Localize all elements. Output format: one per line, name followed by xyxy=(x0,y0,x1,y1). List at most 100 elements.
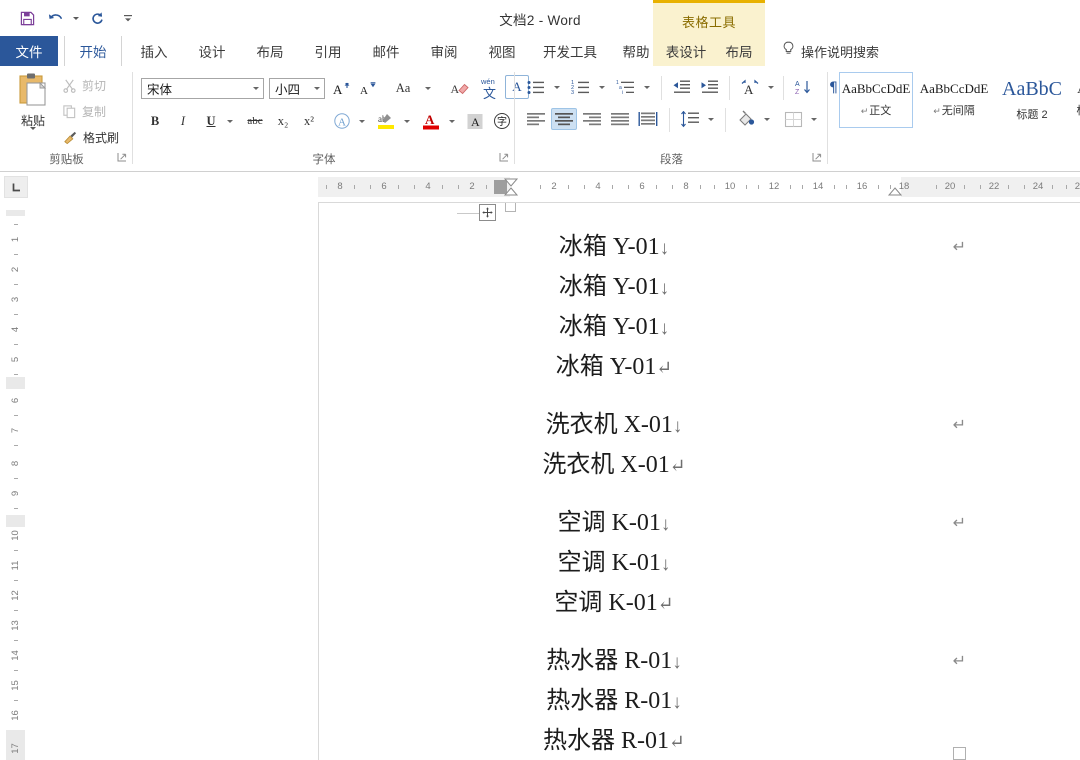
table-move-handle[interactable] xyxy=(479,204,496,221)
strikethrough-button[interactable]: abc xyxy=(241,110,269,132)
superscript-button[interactable]: x² xyxy=(297,110,321,132)
shading-button[interactable] xyxy=(733,108,759,130)
tab-table-layout[interactable]: 布局 xyxy=(716,36,762,66)
italic-button[interactable]: I xyxy=(171,110,195,132)
doc-line[interactable]: 热水器 R-01↵ xyxy=(319,721,1080,760)
shrink-font-button[interactable]: A xyxy=(355,78,379,99)
text-highlight-button[interactable]: ab xyxy=(373,110,399,132)
text-highlight-dropdown-icon[interactable] xyxy=(400,110,414,132)
line-spacing-button[interactable] xyxy=(677,108,703,130)
tab-insert[interactable]: 插入 xyxy=(128,36,180,66)
save-icon[interactable] xyxy=(14,5,40,31)
align-center-button[interactable] xyxy=(551,108,577,130)
clear-formatting-button[interactable]: A xyxy=(447,78,473,99)
document-page[interactable]: 冰箱 Y-01↓ ↵ 冰箱 Y-01↓ 冰箱 Y-01↓ 冰箱 Y-01↵ 洗衣… xyxy=(318,202,1080,760)
grow-font-button[interactable]: A xyxy=(329,78,353,99)
tab-help[interactable]: 帮助 xyxy=(610,36,662,66)
style-card-normal[interactable]: AaBbCcDdE ↵正文 xyxy=(839,72,913,128)
text-effects-dropdown-icon[interactable] xyxy=(355,110,369,132)
line-spacing-dropdown-icon[interactable] xyxy=(704,108,718,130)
tab-view[interactable]: 视图 xyxy=(476,36,528,66)
tab-file[interactable]: 文件 xyxy=(0,36,58,66)
shading-dropdown-icon[interactable] xyxy=(760,108,774,130)
asian-layout-dropdown-icon[interactable] xyxy=(764,76,778,98)
undo-dropdown-icon[interactable] xyxy=(70,5,82,31)
doc-line[interactable]: 冰箱 Y-01↓ xyxy=(319,267,1080,307)
paste-dropdown-icon[interactable] xyxy=(30,127,36,148)
increase-indent-button[interactable] xyxy=(697,76,723,98)
character-shading-button[interactable]: A xyxy=(463,110,487,132)
tab-references[interactable]: 引用 xyxy=(302,36,354,66)
bullets-button[interactable] xyxy=(523,76,549,98)
redo-icon[interactable] xyxy=(84,5,110,31)
copy-button[interactable]: 复制 xyxy=(62,100,106,122)
doc-line[interactable]: 冰箱 Y-01↓ xyxy=(319,307,1080,347)
italic-label: I xyxy=(180,113,186,128)
underline-dropdown-icon[interactable] xyxy=(223,110,237,132)
numbering-button[interactable]: 1 2 3 xyxy=(568,76,594,98)
font-color-dropdown-icon[interactable] xyxy=(445,110,459,132)
distribute-button[interactable] xyxy=(635,108,661,130)
doc-line[interactable]: 空调 K-01↵ xyxy=(319,583,1080,623)
cut-button[interactable]: 剪切 xyxy=(62,74,106,96)
tab-home[interactable]: 开始 xyxy=(64,36,122,67)
style-card-heading2[interactable]: AaBbC 标题 2 xyxy=(995,72,1069,128)
horizontal-ruler[interactable]: 8 6 4 2 2 4 6 8 10 12 14 16 18 20 22 24 … xyxy=(318,177,1080,197)
tab-developer[interactable]: 开发工具 xyxy=(534,36,606,66)
font-size-combo[interactable]: 小四 xyxy=(269,78,325,99)
undo-icon[interactable] xyxy=(42,5,68,31)
doc-line[interactable]: 空调 K-01↓ xyxy=(319,543,1080,583)
doc-line[interactable]: 洗衣机 X-01↓ ↵ xyxy=(319,405,1080,445)
doc-line[interactable]: 热水器 R-01↓ cell ↵ xyxy=(319,641,1080,681)
tab-layout[interactable]: 布局 xyxy=(244,36,296,66)
bold-button[interactable]: B xyxy=(143,110,167,132)
borders-button[interactable] xyxy=(780,108,806,130)
tab-review[interactable]: 审阅 xyxy=(418,36,470,66)
document-canvas[interactable]: 冰箱 Y-01↓ ↵ 冰箱 Y-01↓ 冰箱 Y-01↓ 冰箱 Y-01↵ 洗衣… xyxy=(28,198,1080,760)
clipboard-dialog-launcher[interactable] xyxy=(117,149,127,167)
font-dialog-launcher[interactable] xyxy=(499,149,509,167)
asian-layout-button[interactable]: A xyxy=(737,76,763,98)
tab-design[interactable]: 设计 xyxy=(186,36,238,66)
enclose-characters-button[interactable]: 字 xyxy=(489,110,515,132)
tab-mailings[interactable]: 邮件 xyxy=(360,36,412,66)
tab-table-design[interactable]: 表设计 xyxy=(660,36,712,66)
doc-line[interactable]: 冰箱 Y-01↓ ↵ xyxy=(319,227,1080,267)
decrease-indent-button[interactable] xyxy=(669,76,695,98)
doc-line[interactable]: 冰箱 Y-01↵ xyxy=(319,347,1080,387)
doc-line[interactable]: 热水器 R-01↓ xyxy=(319,681,1080,721)
font-name-dropdown-icon[interactable] xyxy=(249,79,263,98)
align-right-button[interactable] xyxy=(579,108,605,130)
tab-stop-selector[interactable] xyxy=(4,176,28,198)
numbering-dropdown-icon[interactable] xyxy=(595,76,609,98)
style-card-partial[interactable]: A 标 xyxy=(1073,72,1080,128)
paste-button[interactable]: 粘贴 xyxy=(10,72,56,152)
justify-button[interactable] xyxy=(607,108,633,130)
paragraph-dialog-launcher[interactable] xyxy=(812,149,822,167)
doc-line[interactable]: 空调 K-01↓ ↵ xyxy=(319,503,1080,543)
underline-button[interactable]: U xyxy=(199,110,223,132)
style-preview-heading2: AaBbC xyxy=(1002,77,1062,100)
format-painter-button[interactable]: 格式刷 xyxy=(62,126,119,148)
font-color-button[interactable]: A xyxy=(418,110,444,132)
font-size-dropdown-icon[interactable] xyxy=(310,79,324,98)
multilevel-list-dropdown-icon[interactable] xyxy=(640,76,654,98)
text-effects-button[interactable]: A xyxy=(330,110,354,132)
vertical-ruler[interactable]: 1 2 3 4 5 6 7 8 9 10 11 12 13 14 15 16 1… xyxy=(6,210,25,760)
phonetic-guide-button[interactable]: wén 文 xyxy=(475,74,503,102)
tell-me-search[interactable]: 操作说明搜索 xyxy=(782,36,879,66)
table-cell-end-mark xyxy=(953,747,966,760)
bullets-dropdown-icon[interactable] xyxy=(550,76,564,98)
subscript-button[interactable]: x₂ xyxy=(271,110,295,132)
change-case-button[interactable]: Aa xyxy=(386,78,420,99)
style-card-no-spacing[interactable]: AaBbCcDdE ↵无间隔 xyxy=(917,72,991,128)
borders-dropdown-icon[interactable] xyxy=(807,108,821,130)
change-case-dropdown-icon[interactable] xyxy=(421,78,435,99)
customize-qat-icon[interactable] xyxy=(122,5,134,31)
sort-button[interactable]: A Z xyxy=(790,76,816,98)
align-left-button[interactable] xyxy=(523,108,549,130)
table-cell-content[interactable]: 冰箱 Y-01↓ ↵ 冰箱 Y-01↓ 冰箱 Y-01↓ 冰箱 Y-01↵ 洗衣… xyxy=(319,227,1080,760)
multilevel-list-button[interactable]: 1 a i xyxy=(613,76,639,98)
doc-line[interactable]: 洗衣机 X-01↵ xyxy=(319,445,1080,485)
font-name-combo[interactable]: 宋体 xyxy=(141,78,264,99)
